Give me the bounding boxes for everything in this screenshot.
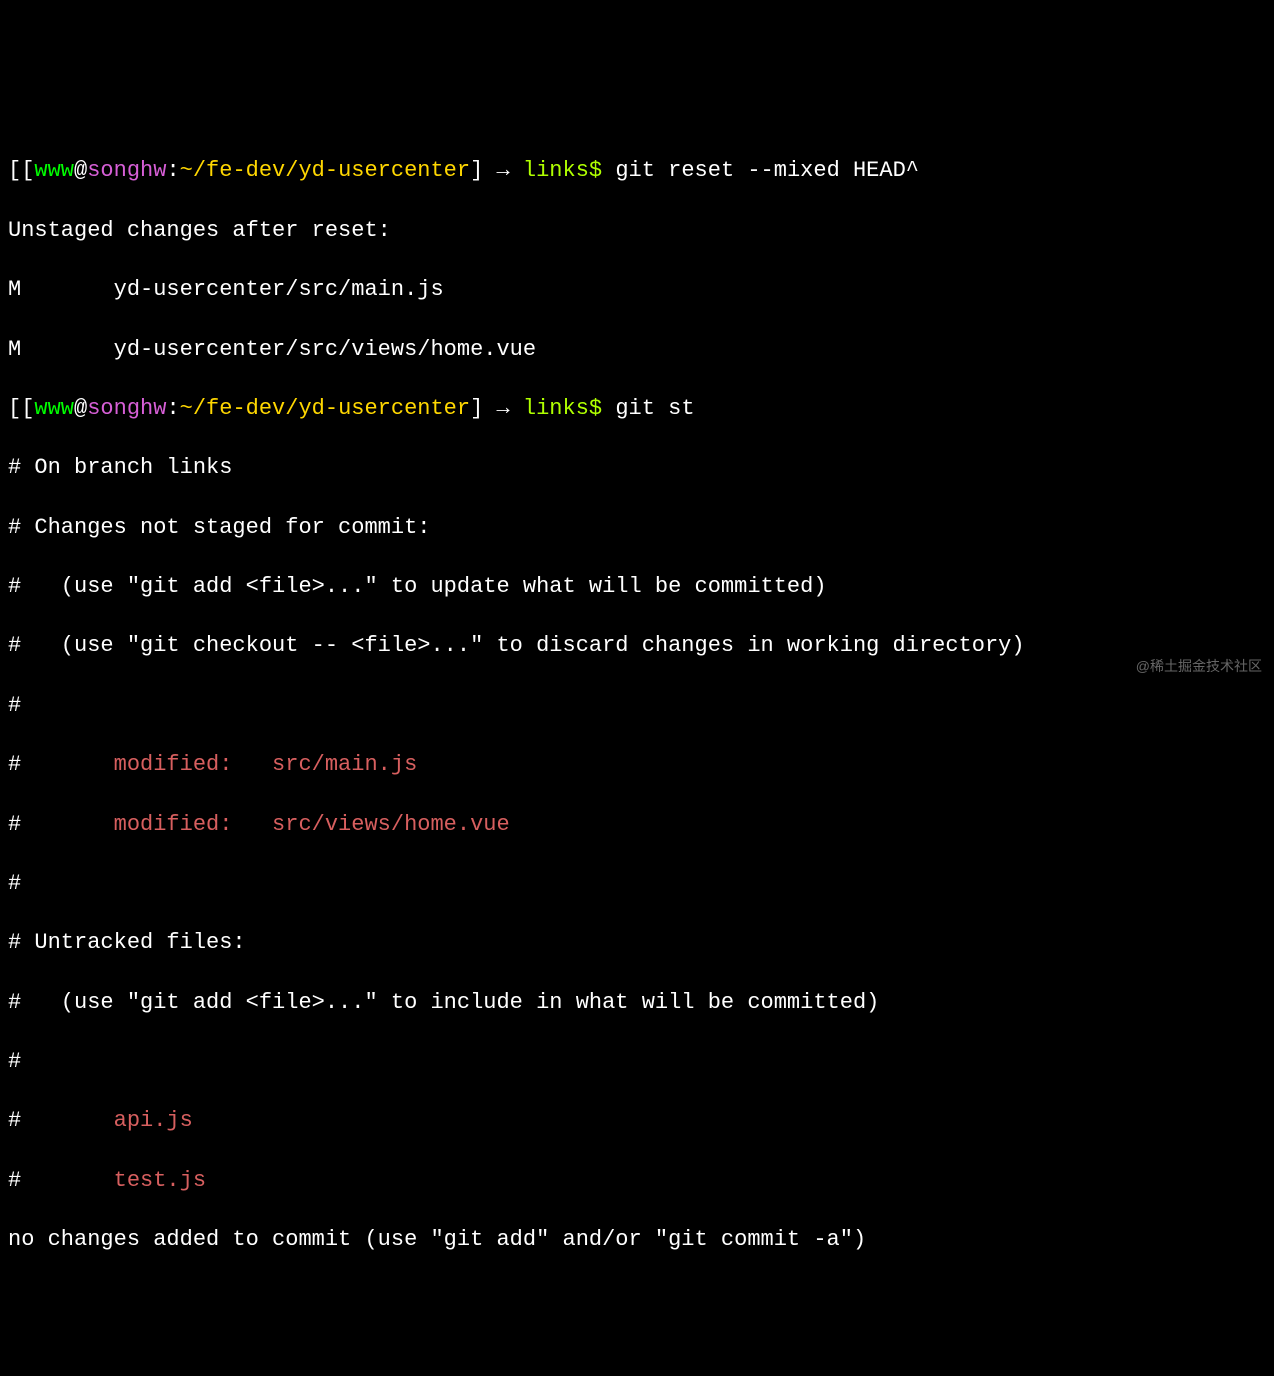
status-line: # (use "git checkout -- <file>..." to di… <box>8 631 1266 661</box>
status-untracked-line: # api.js <box>8 1106 1266 1136</box>
status-untracked-line: # test.js <box>8 1166 1266 1196</box>
status-line: # (use "git add <file>..." to include in… <box>8 988 1266 1018</box>
bracket-open: [[ <box>8 158 34 183</box>
prompt-host: songhw <box>87 158 166 183</box>
hash-prefix: # <box>8 812 114 837</box>
hash-prefix: # <box>8 752 114 777</box>
prompt-user: www <box>34 396 74 421</box>
terminal-output[interactable]: [[www@songhw:~/fe-dev/yd-usercenter] → l… <box>8 127 1266 1285</box>
prompt-user: www <box>34 158 74 183</box>
hash-prefix: # <box>8 1108 114 1133</box>
prompt-sep: : <box>166 158 179 183</box>
command-text: git reset --mixed HEAD^ <box>615 158 919 183</box>
status-line: no changes added to commit (use "git add… <box>8 1225 1266 1255</box>
status-modified-line: # modified: src/main.js <box>8 750 1266 780</box>
hash-prefix: # <box>8 1168 114 1193</box>
prompt-at: @ <box>74 396 87 421</box>
status-line: # On branch links <box>8 453 1266 483</box>
command-text: git st <box>615 396 694 421</box>
prompt-host: songhw <box>87 396 166 421</box>
watermark-text: @稀土掘金技术社区 <box>1136 657 1262 676</box>
prompt-branch: links$ <box>523 158 615 183</box>
output-line: Unstaged changes after reset: <box>8 216 1266 246</box>
modified-file: modified: src/views/home.vue <box>114 812 510 837</box>
output-line: M yd-usercenter/src/views/home.vue <box>8 335 1266 365</box>
prompt-at: @ <box>74 158 87 183</box>
prompt-line-1: [[www@songhw:~/fe-dev/yd-usercenter] → l… <box>8 156 1266 186</box>
status-line: # <box>8 869 1266 899</box>
status-line: # Changes not staged for commit: <box>8 513 1266 543</box>
untracked-file: api.js <box>114 1108 193 1133</box>
output-line: M yd-usercenter/src/main.js <box>8 275 1266 305</box>
modified-file: modified: src/main.js <box>114 752 418 777</box>
prompt-path: ~/fe-dev/yd-usercenter <box>180 396 470 421</box>
bracket-open: [[ <box>8 396 34 421</box>
status-line: # <box>8 691 1266 721</box>
prompt-path: ~/fe-dev/yd-usercenter <box>180 158 470 183</box>
status-modified-line: # modified: src/views/home.vue <box>8 810 1266 840</box>
untracked-file: test.js <box>114 1168 206 1193</box>
prompt-branch: links$ <box>523 396 615 421</box>
bracket-close: ] → <box>470 158 523 183</box>
status-line: # Untracked files: <box>8 928 1266 958</box>
bracket-close: ] → <box>470 396 523 421</box>
prompt-line-2: [[www@songhw:~/fe-dev/yd-usercenter] → l… <box>8 394 1266 424</box>
status-line: # (use "git add <file>..." to update wha… <box>8 572 1266 602</box>
status-line: # <box>8 1047 1266 1077</box>
prompt-sep: : <box>166 396 179 421</box>
